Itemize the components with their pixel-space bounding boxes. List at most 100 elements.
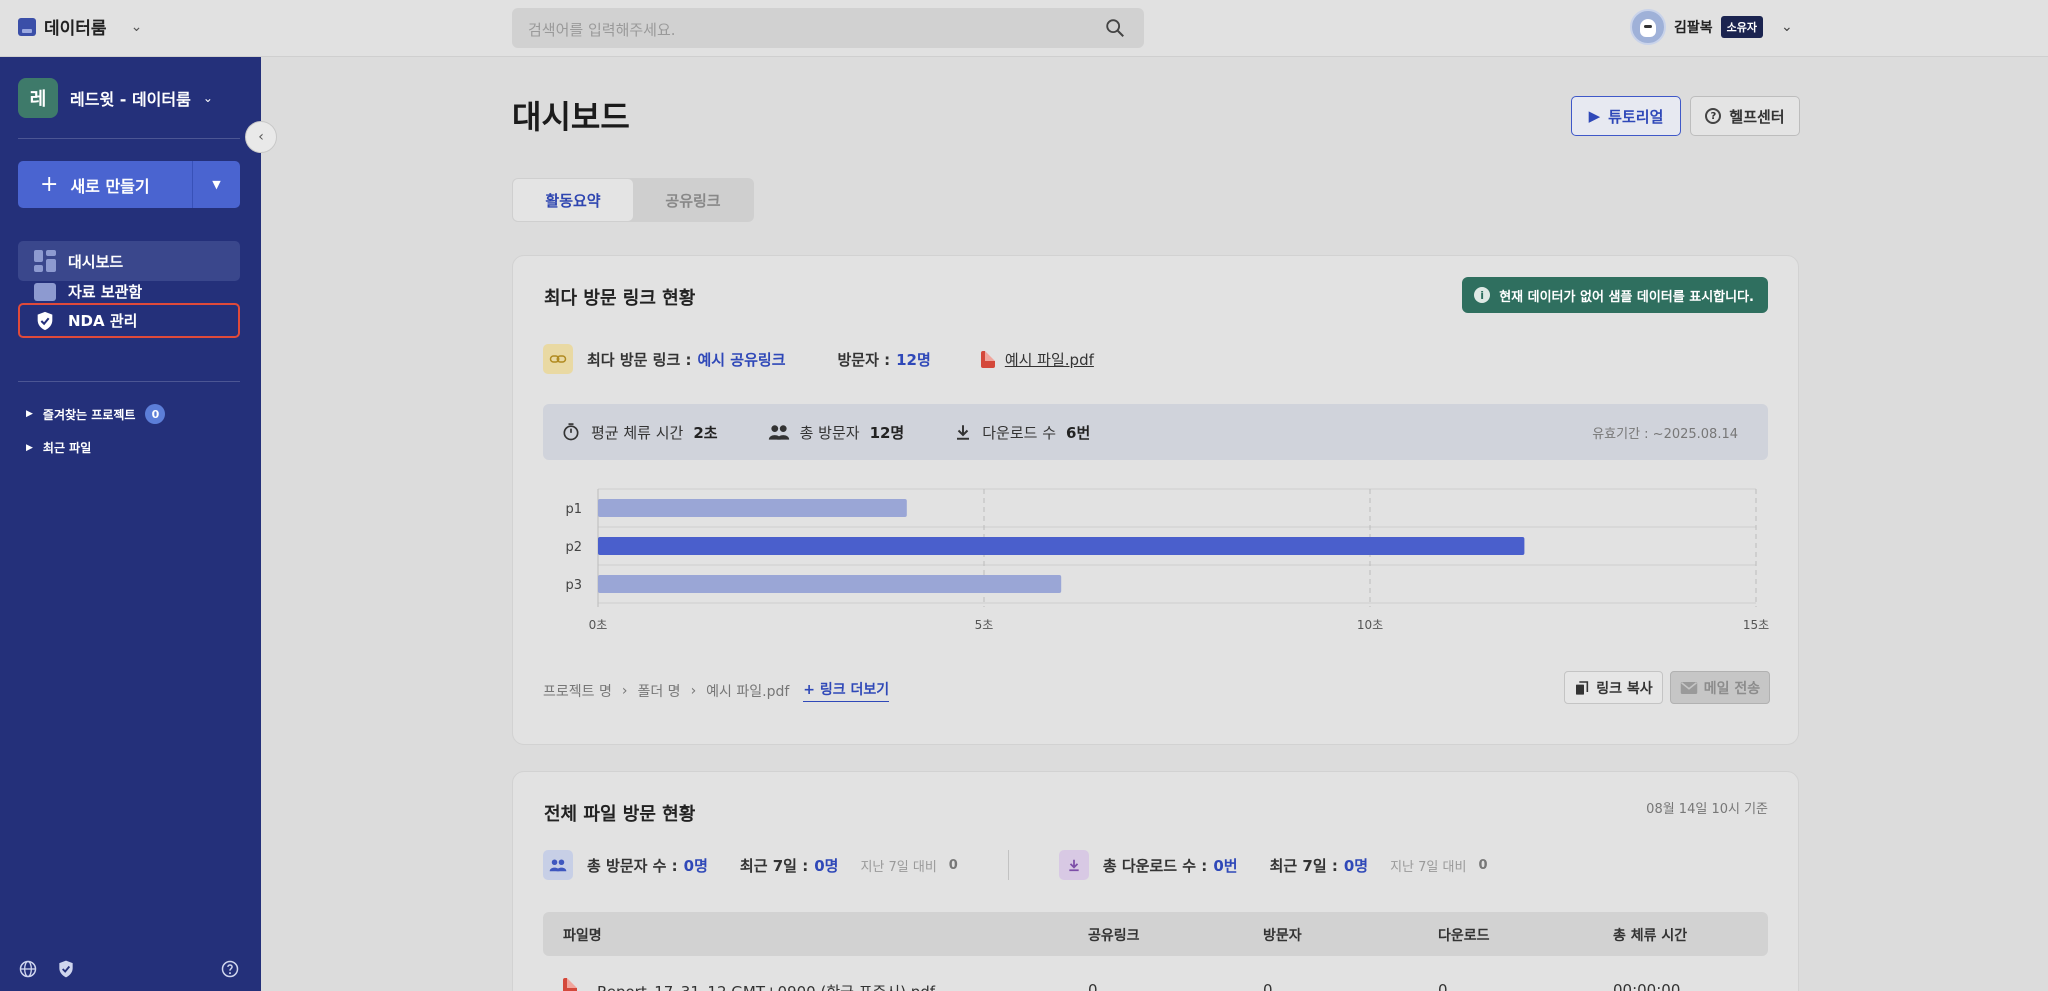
favorites-count-badge: 0	[145, 404, 166, 424]
bar-chart-svg: 0초 5초 10초 15초 p1 p2 p3	[565, 488, 1769, 632]
avg-time-label: 평균 체류 시간	[591, 423, 684, 442]
copy-icon	[1576, 680, 1589, 695]
copy-link-button[interactable]: 링크 복사	[1564, 671, 1663, 704]
breadcrumb-file[interactable]: 예시 파일.pdf	[706, 681, 789, 701]
stopwatch-icon	[563, 423, 579, 441]
user-name: 김팔복	[1674, 20, 1713, 36]
pdf-file-icon	[563, 978, 577, 991]
total-downloads-value: 0번	[1213, 856, 1238, 875]
mail-icon	[1680, 681, 1698, 694]
tab-activity-summary[interactable]: 활동요약	[513, 179, 633, 221]
tab-share-links[interactable]: 공유링크	[633, 179, 753, 221]
sidebar-item-nda[interactable]: NDA 관리	[18, 303, 240, 338]
total-visitors-value: 0명	[683, 856, 708, 875]
sidebar: 레 레드윗 - 데이터룸 ⌄ + 새로 만들기 ▼ 대시보드 자료 보관함 ND…	[0, 57, 261, 991]
shield-check-icon	[34, 310, 56, 332]
breadcrumb-project[interactable]: 프로젝트 명	[543, 681, 612, 701]
send-mail-button[interactable]: 메일 전송	[1670, 671, 1770, 704]
y-category-label: p3	[565, 578, 582, 593]
sidebar-item-label: 자료 보관함	[68, 282, 143, 301]
tutorial-button[interactable]: ▶ 튜토리얼	[1571, 96, 1681, 136]
create-new-button[interactable]: + 새로 만들기	[18, 161, 192, 208]
avatar	[1630, 9, 1666, 45]
x-tick-label: 10초	[1357, 618, 1383, 632]
card-title: 전체 파일 방문 현황	[544, 804, 696, 825]
row-filename[interactable]: Report_17_31_12 GMT+0900 (한국 표준시).pdf	[597, 981, 935, 991]
x-tick-label: 5초	[975, 618, 994, 632]
security-shield-icon[interactable]	[56, 959, 76, 979]
sample-data-notice: i 현재 데이터가 없어 샘플 데이터를 표시합니다.	[1462, 277, 1768, 313]
column-header-total-time[interactable]: 총 체류 시간	[1613, 925, 1687, 945]
info-icon: i	[1474, 287, 1491, 303]
user-menu[interactable]: 김팔복 소유자 ⌄	[1630, 9, 1793, 45]
sidebar-item-label: NDA 관리	[68, 312, 138, 330]
question-icon: ?	[1705, 108, 1722, 124]
download-icon	[1058, 850, 1089, 880]
total-visitors-label: 총 방문자	[799, 423, 860, 442]
chevron-right-icon: ›	[690, 682, 697, 699]
y-category-label: p2	[565, 540, 582, 555]
column-header-downloads[interactable]: 다운로드	[1438, 925, 1490, 945]
send-mail-label: 메일 전송	[1703, 680, 1761, 697]
new-button[interactable]: + 새로 만들기 ▼	[18, 161, 240, 208]
top-bar: 데이터룸 ⌄ 검색어를 입력해주세요. 김팔복 소유자 ⌄	[0, 0, 2048, 57]
caret-down-icon: ▼	[212, 178, 221, 191]
folder-icon	[34, 283, 56, 301]
table-row[interactable]: Report_17_31_12 GMT+0900 (한국 표준시).pdf 0 …	[543, 968, 1768, 991]
file-link[interactable]: 예시 파일.pdf	[1005, 349, 1094, 370]
bar-p1	[598, 499, 907, 517]
top-link-value[interactable]: 예시 공유링크	[697, 349, 785, 370]
more-links-button[interactable]: + 링크 더보기	[803, 679, 890, 702]
play-icon: ▶	[1588, 107, 1601, 125]
app-switcher[interactable]: 데이터룸 ⌄	[18, 14, 142, 39]
chevron-down-icon: ⌄	[1781, 19, 1793, 35]
favorites-tree[interactable]: ▶ 즐겨찾는 프로젝트 0	[26, 404, 166, 424]
notice-text: 현재 데이터가 없어 샘플 데이터를 표시합니다.	[1499, 289, 1754, 305]
workspace-switcher[interactable]: 레 레드윗 - 데이터룸 ⌄	[18, 78, 213, 118]
sidebar-item-label: 대시보드	[68, 252, 124, 271]
help-icon[interactable]	[220, 959, 240, 979]
row-downloads: 0	[1438, 981, 1448, 991]
search-icon[interactable]	[1104, 17, 1126, 39]
search-bar[interactable]: 검색어를 입력해주세요.	[512, 8, 1144, 48]
table-header: 파일명 공유링크 방문자 다운로드 총 체류 시간	[543, 912, 1768, 956]
dataroom-app-icon	[18, 17, 36, 36]
divider	[18, 381, 240, 382]
column-header-filename[interactable]: 파일명	[563, 925, 602, 945]
caret-right-icon: ▶	[26, 409, 33, 419]
total-visitors-label: 총 방문자 수 :	[587, 856, 678, 875]
top-link-summary: 최다 방문 링크 : 예시 공유링크 방문자 : 12명 예시 파일.pdf	[543, 344, 1094, 374]
card-title: 최다 방문 링크 현황	[544, 288, 696, 309]
sidebar-footer	[18, 959, 240, 979]
copy-link-label: 링크 복사	[1596, 680, 1653, 697]
globe-icon[interactable]	[18, 959, 38, 979]
column-header-links[interactable]: 공유링크	[1088, 925, 1140, 945]
avg-time-stat: 평균 체류 시간 2초	[561, 422, 718, 443]
sidebar-collapse-button[interactable]: ‹	[245, 121, 277, 153]
bar-p2	[598, 537, 1525, 555]
downloads-compare-value: 0	[1478, 857, 1488, 873]
chevron-left-icon: ‹	[258, 129, 264, 145]
visitors-label: 방문자 :	[837, 350, 891, 369]
new-dropdown-button[interactable]: ▼	[192, 161, 240, 208]
chevron-right-icon: ›	[621, 682, 628, 699]
recent-files-tree[interactable]: ▶ 최근 파일	[26, 439, 91, 456]
search-placeholder: 검색어를 입력해주세요.	[528, 21, 676, 39]
visitors-compare-value: 0	[948, 857, 958, 873]
as-of-timestamp: 08월 14일 10시 기준	[1646, 802, 1768, 817]
visitors-value: 12명	[896, 350, 931, 369]
people-icon	[543, 850, 573, 880]
dashboard-icon	[34, 250, 56, 272]
downloads-value: 6번	[1066, 423, 1091, 442]
tab-bar: 활동요약 공유링크	[512, 178, 754, 222]
chevron-down-icon: ⌄	[202, 91, 213, 105]
column-header-visitors[interactable]: 방문자	[1263, 925, 1302, 945]
breadcrumb-folder[interactable]: 폴더 명	[637, 681, 680, 701]
downloads-summary: 총 다운로드 수 : 0번 최근 7일 : 0명 지난 7일 대비 0	[1058, 850, 1488, 880]
recent-downloads-value: 0명	[1343, 856, 1369, 875]
total-downloads-label: 총 다운로드 수 :	[1102, 856, 1208, 875]
total-visitors-value: 12명	[869, 423, 905, 442]
help-center-button[interactable]: ? 헬프센터	[1690, 96, 1800, 136]
pdf-file-icon	[980, 350, 995, 368]
downloads-label: 다운로드 수	[982, 423, 1057, 442]
